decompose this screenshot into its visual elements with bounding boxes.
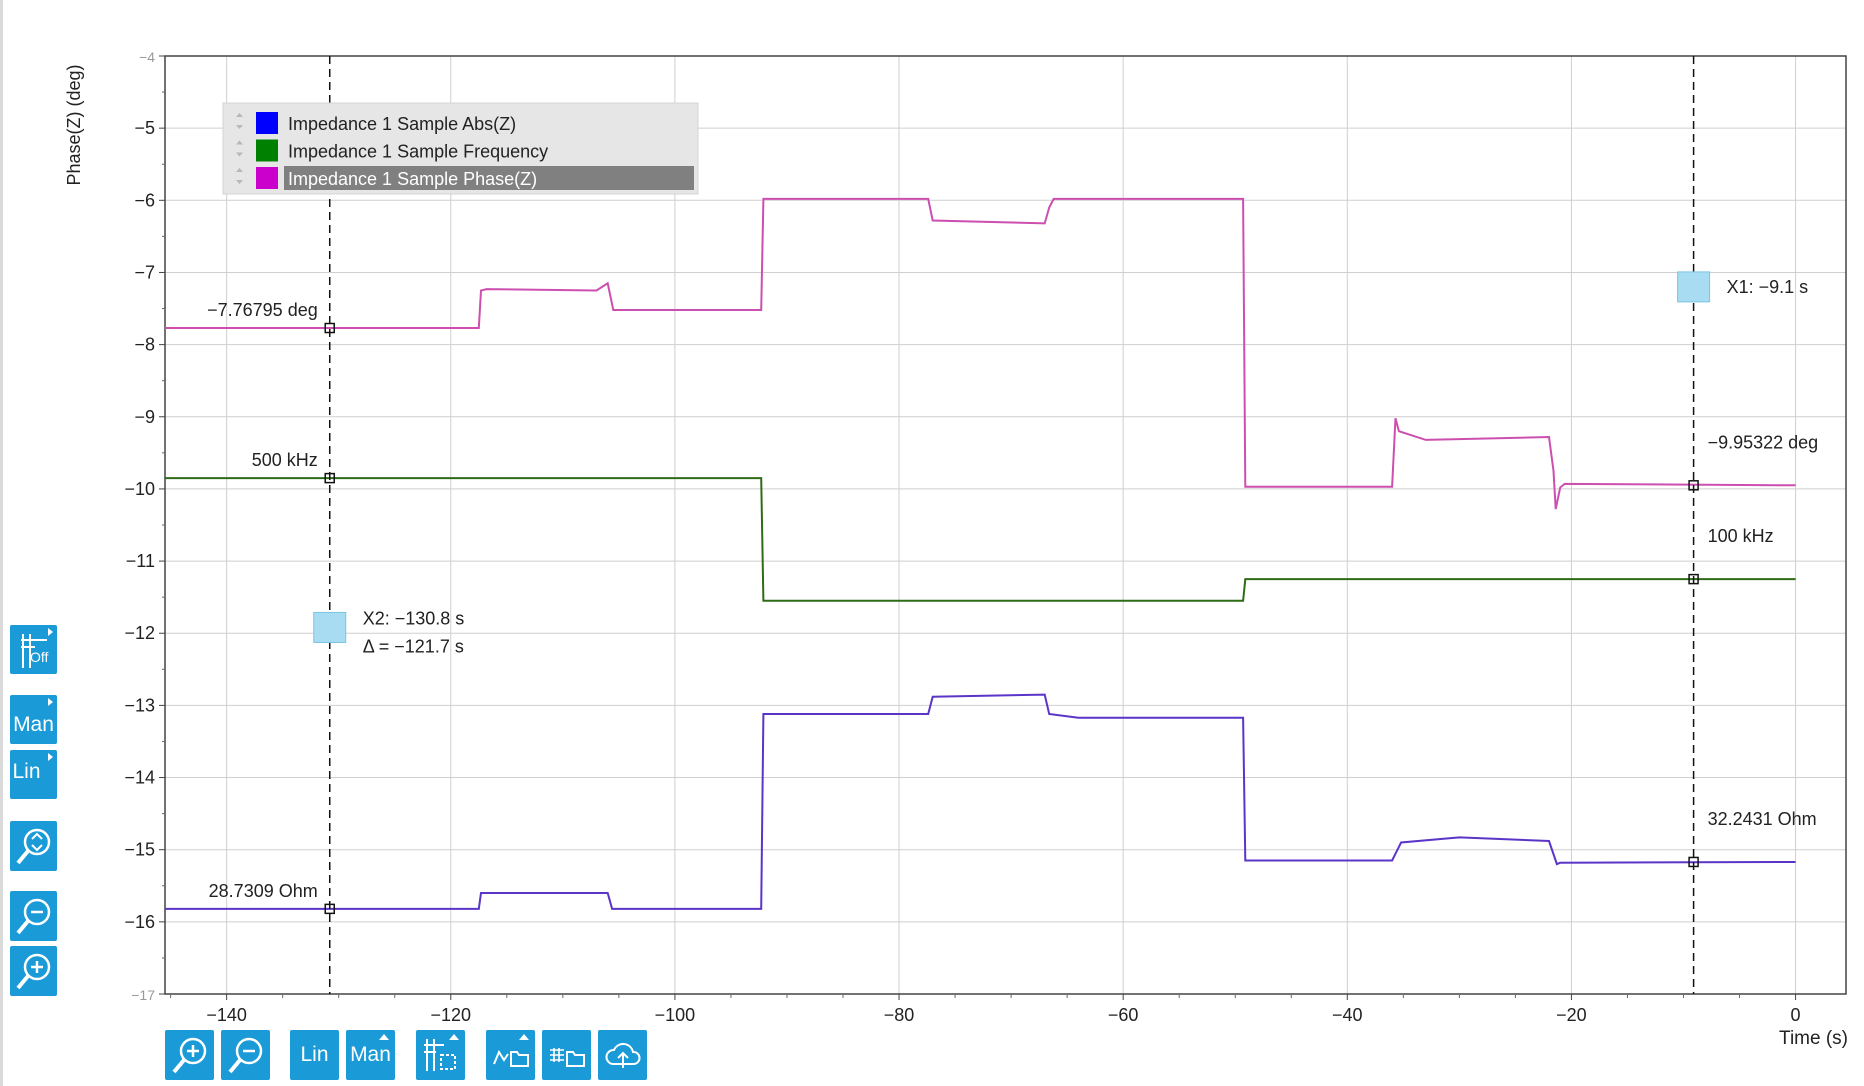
legend-swatch bbox=[256, 112, 278, 134]
x-tick-label: −60 bbox=[1108, 1005, 1139, 1025]
y-tick-label: −12 bbox=[124, 623, 155, 643]
cursor-readout-label: 100 kHz bbox=[1708, 526, 1774, 546]
legend-item-3[interactable]: Impedance 1 Sample Phase(Z) bbox=[236, 166, 694, 190]
math-export-button[interactable] bbox=[486, 1030, 535, 1080]
series-lines bbox=[165, 197, 1796, 910]
zoom-out-side-button[interactable] bbox=[10, 891, 57, 941]
y-tick-label: −7 bbox=[134, 262, 155, 282]
caret-right-icon bbox=[48, 628, 53, 636]
y-tick-label: −16 bbox=[124, 912, 155, 932]
series-line-3 bbox=[165, 197, 1796, 510]
caret-up-icon bbox=[519, 1034, 529, 1040]
x-tick-label: −80 bbox=[884, 1005, 915, 1025]
y-tick-label: −13 bbox=[124, 695, 155, 715]
y-tick-label: −8 bbox=[134, 335, 155, 355]
zoom-fit-button[interactable] bbox=[10, 821, 57, 871]
x-tick-label: −40 bbox=[1332, 1005, 1363, 1025]
y-axis-label: Phase(Z) (deg) bbox=[64, 64, 84, 185]
x-tick-label: 0 bbox=[1791, 1005, 1801, 1025]
y-tick-label: −11 bbox=[126, 551, 155, 571]
x-scale-label: Lin bbox=[300, 1043, 329, 1066]
y-tick-label: −5 bbox=[134, 118, 155, 138]
legend-label: Impedance 1 Sample Abs(Z) bbox=[288, 114, 516, 134]
range-mode-label: Man bbox=[13, 712, 54, 736]
y-tick-label: −17 bbox=[131, 987, 155, 1003]
table-folder-icon bbox=[549, 1048, 585, 1067]
y-tick-label: −10 bbox=[124, 479, 155, 499]
cursor-handle-x2 bbox=[313, 611, 347, 643]
zoom-out-icon bbox=[227, 1037, 262, 1074]
cloud-upload-button[interactable] bbox=[598, 1030, 647, 1080]
y-tick-label: −9 bbox=[134, 407, 155, 427]
cursor-label-x1: X1: −9.1 s bbox=[1727, 277, 1809, 297]
y-axis-ticks: −4 −5 −6 −7 −8 −9 −10 −11 −12 −13 −14 −15 −16 −17 bbox=[124, 49, 165, 1003]
phase-chart: −4 −5 −6 −7 −8 −9 −10 −11 −12 −13 −14 −15 −16 −17 −14… bbox=[64, 49, 1848, 1049]
caret-right-icon bbox=[48, 698, 53, 706]
y-tick-label: −14 bbox=[124, 768, 155, 788]
cursor-readout-label: −9.95322 deg bbox=[1708, 432, 1819, 452]
cursor-readout-label: 500 kHz bbox=[252, 450, 318, 470]
cursors: X1: −9.1 s X2: −130.8 s Δ = −121.7 s bbox=[313, 56, 1809, 994]
cursor-readout-label: −7.76795 deg bbox=[207, 300, 318, 320]
zoom-in-side-button[interactable] bbox=[10, 946, 57, 996]
zoom-out-x-button[interactable] bbox=[221, 1030, 270, 1080]
cursor-handle-x1 bbox=[1677, 271, 1711, 303]
x-range-button[interactable]: Man bbox=[346, 1030, 395, 1080]
grid-lines bbox=[165, 56, 1846, 994]
cursor-label-x2: X2: −130.8 s bbox=[363, 608, 465, 628]
zoom-fit-icon bbox=[15, 828, 50, 865]
caret-right-icon bbox=[48, 753, 53, 761]
zoom-in-icon bbox=[15, 953, 50, 990]
chart-folder-icon bbox=[492, 1049, 529, 1067]
cursor-readout-label: 32.2431 Ohm bbox=[1708, 809, 1817, 829]
x-scale-button[interactable]: Lin bbox=[290, 1030, 339, 1080]
x-tick-label: −20 bbox=[1556, 1005, 1587, 1025]
cursor-toggle-button[interactable] bbox=[416, 1030, 465, 1080]
scale-mode-button[interactable]: Lin bbox=[10, 750, 57, 799]
grid-toggle-label: Off bbox=[30, 649, 49, 665]
caret-up-icon bbox=[379, 1034, 389, 1040]
cursor-readouts: −7.76795 deg 500 kHz 28.7309 Ohm −9.95322 d… bbox=[207, 300, 1819, 915]
legend-swatch bbox=[256, 167, 278, 189]
x-tick-label: −100 bbox=[655, 1005, 696, 1025]
range-mode-button[interactable]: Man bbox=[10, 695, 57, 744]
x-axis-ticks: −140 −120 −100 −80 −60 −40 −20 0 bbox=[170, 994, 1801, 1025]
x-range-label: Man bbox=[350, 1043, 391, 1066]
x-tick-label: −140 bbox=[206, 1005, 247, 1025]
y-tick-label: −15 bbox=[124, 840, 155, 860]
zoom-in-icon bbox=[171, 1037, 206, 1074]
x-tick-label: −120 bbox=[430, 1005, 471, 1025]
series-line-1 bbox=[165, 693, 1796, 910]
grid-toggle-button[interactable]: Off bbox=[10, 625, 57, 674]
y-tick-label: −4 bbox=[139, 49, 155, 65]
data-export-button[interactable] bbox=[542, 1030, 591, 1080]
cursor-delta-label: Δ = −121.7 s bbox=[363, 636, 464, 656]
legend: Impedance 1 Sample Abs(Z) Impedance 1 Sam… bbox=[222, 102, 699, 195]
zoom-out-icon bbox=[15, 898, 50, 935]
legend-label: Impedance 1 Sample Frequency bbox=[288, 142, 548, 162]
legend-label: Impedance 1 Sample Phase(Z) bbox=[288, 169, 537, 189]
zoom-in-x-button[interactable] bbox=[165, 1030, 214, 1080]
cloud-upload-icon bbox=[605, 1042, 640, 1068]
series-line-2 bbox=[165, 477, 1796, 602]
y-tick-label: −6 bbox=[134, 190, 155, 210]
x-axis-label: Time (s) bbox=[1779, 1028, 1848, 1049]
caret-up-icon bbox=[449, 1034, 459, 1040]
cursor-readout-label: 28.7309 Ohm bbox=[209, 881, 318, 901]
legend-swatch bbox=[256, 139, 278, 162]
cursor-grid-icon bbox=[423, 1039, 456, 1071]
plot-frame bbox=[164, 55, 1847, 995]
scale-mode-label: Lin bbox=[12, 759, 41, 783]
